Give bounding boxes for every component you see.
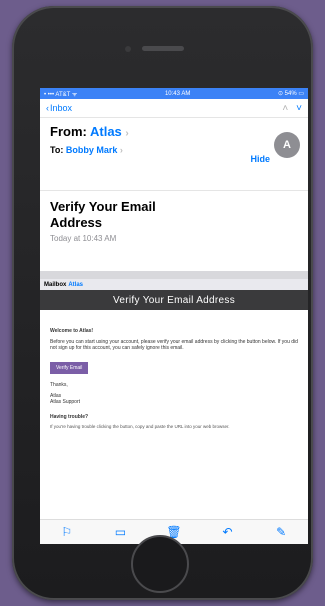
back-label: Inbox bbox=[50, 103, 73, 113]
chevron-down-icon[interactable]: ˅ bbox=[296, 103, 302, 114]
speaker-grille bbox=[142, 46, 184, 51]
clock: 10:43 AM bbox=[164, 90, 191, 97]
greeting: Welcome to Atlas! bbox=[50, 328, 94, 334]
home-button[interactable] bbox=[131, 535, 189, 593]
mailbox-bar: Mailbox Atlas bbox=[40, 279, 308, 290]
compose-icon[interactable]: ✎ bbox=[271, 525, 291, 539]
message-nav: ˄ ˅ bbox=[282, 103, 302, 114]
back-button[interactable]: ‹ Inbox bbox=[46, 103, 72, 113]
phone-frame: • ••• AT&T ᯤ 10:43 AM ⊙ 54% ▭ ‹ Inbox ˄ … bbox=[12, 6, 313, 600]
footer-text: If you're having trouble clicking the bu… bbox=[50, 424, 230, 429]
folder-icon[interactable]: ▭ bbox=[110, 525, 130, 539]
sender-name[interactable]: Atlas bbox=[90, 124, 122, 139]
subject-title: Verify Your Email Address bbox=[50, 199, 156, 230]
navigation-bar: ‹ Inbox ˄ ˅ bbox=[40, 99, 308, 118]
carrier-signal: • ••• AT&T ᯤ bbox=[44, 91, 78, 98]
email-body: Welcome to Atlas! Before you can start u… bbox=[40, 310, 308, 431]
chevron-up-icon[interactable]: ˄ bbox=[282, 103, 288, 114]
chevron-right-icon: › bbox=[125, 128, 129, 139]
status-bar: • ••• AT&T ᯤ 10:43 AM ⊙ 54% ▭ bbox=[40, 88, 308, 99]
avatar[interactable]: A bbox=[274, 132, 300, 158]
hide-details-button[interactable]: Hide bbox=[250, 154, 270, 164]
chevron-right-icon: › bbox=[119, 145, 123, 155]
recipient-name[interactable]: Bobby Mark bbox=[66, 145, 118, 155]
signature-line-2: Atlas Support bbox=[50, 399, 81, 405]
reply-icon[interactable]: ↶ bbox=[218, 525, 238, 539]
to-label: To: bbox=[50, 145, 64, 155]
chevron-left-icon: ‹ bbox=[46, 103, 49, 113]
footer-title: Having trouble? bbox=[50, 413, 89, 420]
flag-icon[interactable]: ⚐ bbox=[57, 525, 77, 539]
body-paragraph: Before you can start using your account,… bbox=[50, 338, 298, 352]
thanks-text: Thanks, bbox=[50, 382, 68, 388]
mail-screen: • ••• AT&T ᯤ 10:43 AM ⊙ 54% ▭ ‹ Inbox ˄ … bbox=[40, 88, 308, 544]
subject-block: Verify Your Email Address Today at 10:43… bbox=[40, 191, 308, 261]
camera-icon bbox=[125, 46, 131, 52]
from-label: From: bbox=[50, 124, 87, 139]
mailbox-label: Mailbox bbox=[44, 281, 67, 288]
verify-email-button[interactable]: Verify Email bbox=[50, 361, 89, 374]
battery-status: ⊙ 54% ▭ bbox=[277, 91, 304, 97]
email-banner: Verify Your Email Address bbox=[40, 290, 308, 310]
mailbox-tag[interactable]: Atlas bbox=[68, 282, 83, 288]
message-header: From: Atlas › To: Bobby Mark › Hide A bbox=[40, 118, 308, 191]
message-date: Today at 10:43 AM bbox=[50, 234, 117, 243]
from-line: From: Atlas › bbox=[50, 124, 300, 139]
divider bbox=[40, 271, 308, 279]
